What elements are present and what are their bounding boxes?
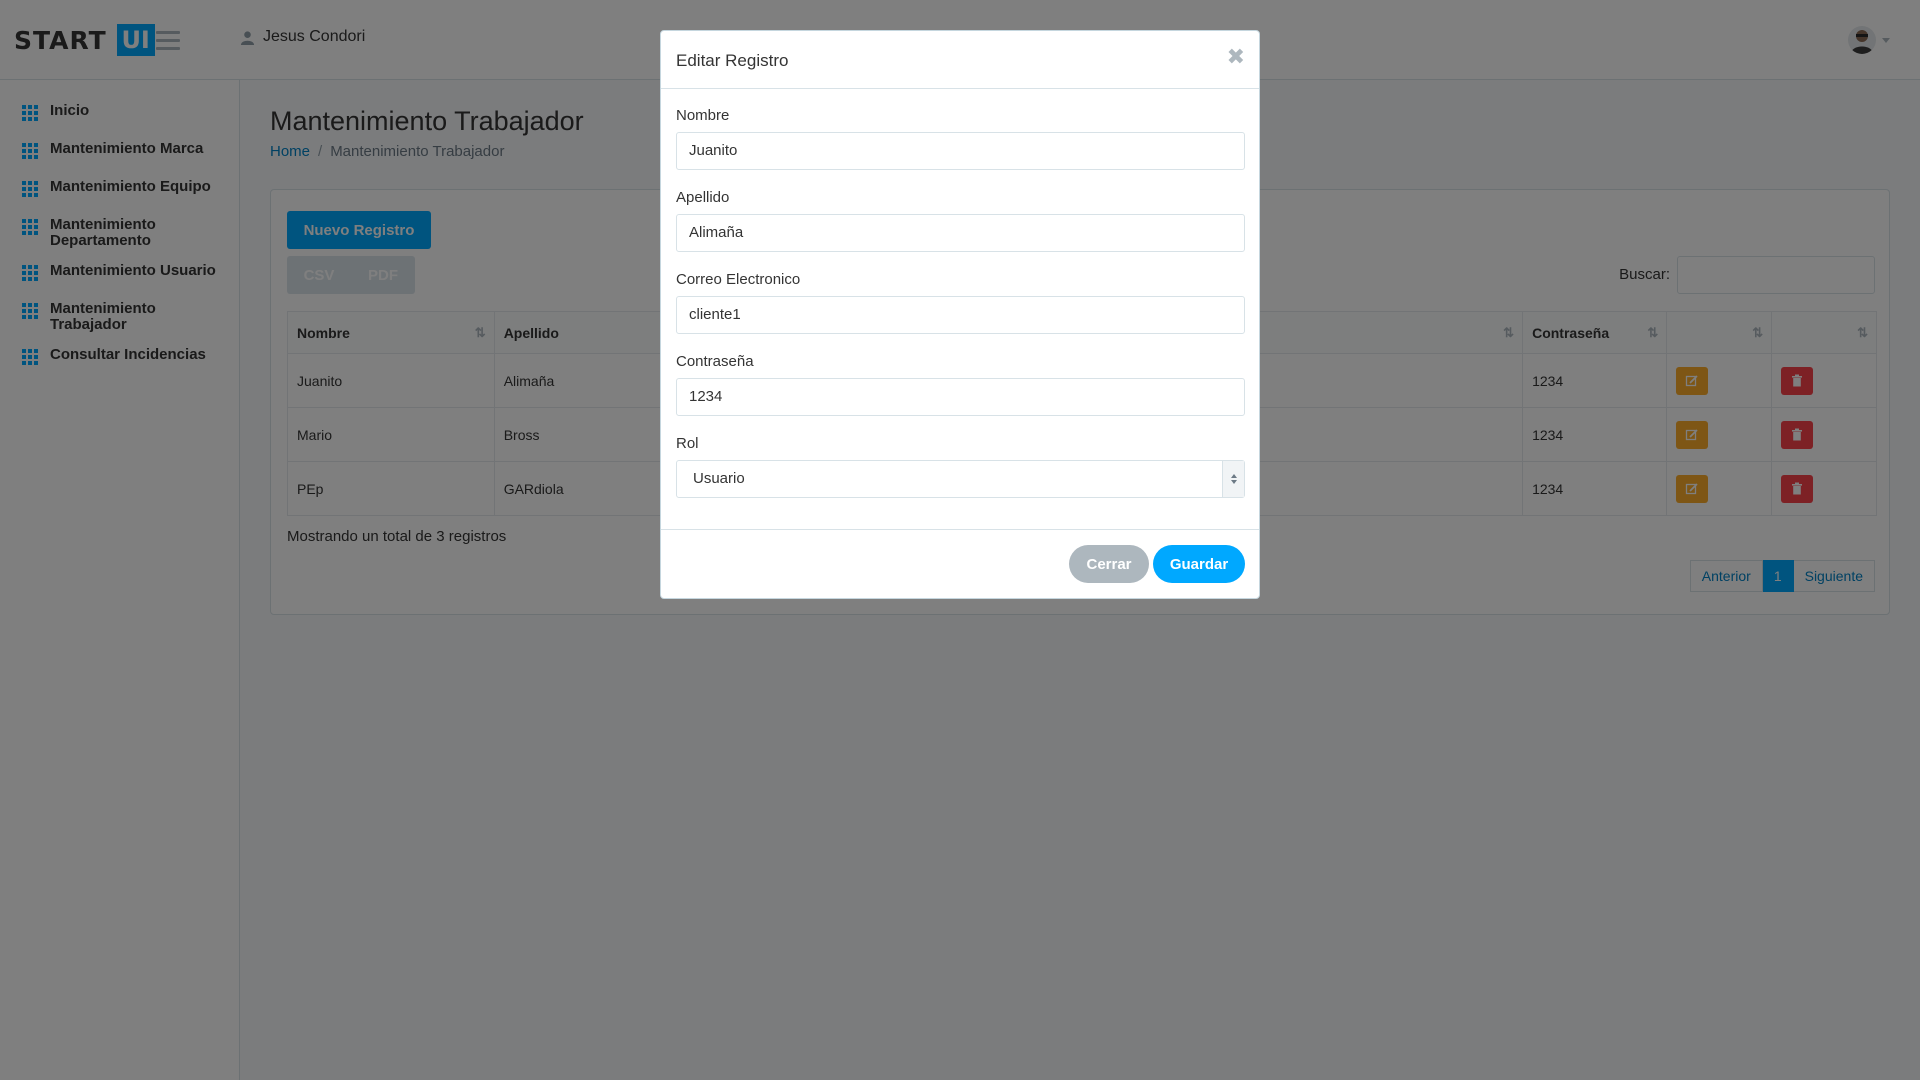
- modal-title: Editar Registro: [676, 51, 789, 70]
- modal-header: Editar Registro ✖: [661, 31, 1259, 89]
- edit-record-modal: Editar Registro ✖ Nombre Juanito Apellid…: [660, 30, 1260, 599]
- rol-select[interactable]: Usuario: [676, 460, 1245, 498]
- correo-label: Correo Electronico: [676, 271, 801, 288]
- email-field[interactable]: cliente1: [676, 296, 1245, 334]
- nombre-label: Nombre: [676, 107, 730, 124]
- modal-footer-divider: [661, 529, 1259, 530]
- cancel-button[interactable]: Cerrar: [1069, 545, 1149, 583]
- apellido-label: Apellido: [676, 189, 730, 206]
- select-arrows-icon: [1222, 461, 1244, 497]
- rol-selected-value: Usuario: [693, 470, 745, 487]
- save-button[interactable]: Guardar: [1153, 545, 1245, 583]
- close-icon[interactable]: ✖: [1227, 47, 1245, 69]
- rol-label: Rol: [676, 435, 699, 452]
- apellido-field[interactable]: Alimaña: [676, 214, 1245, 252]
- nombre-field[interactable]: Juanito: [676, 132, 1245, 170]
- password-field[interactable]: 1234: [676, 378, 1245, 416]
- contrasena-label: Contraseña: [676, 353, 754, 370]
